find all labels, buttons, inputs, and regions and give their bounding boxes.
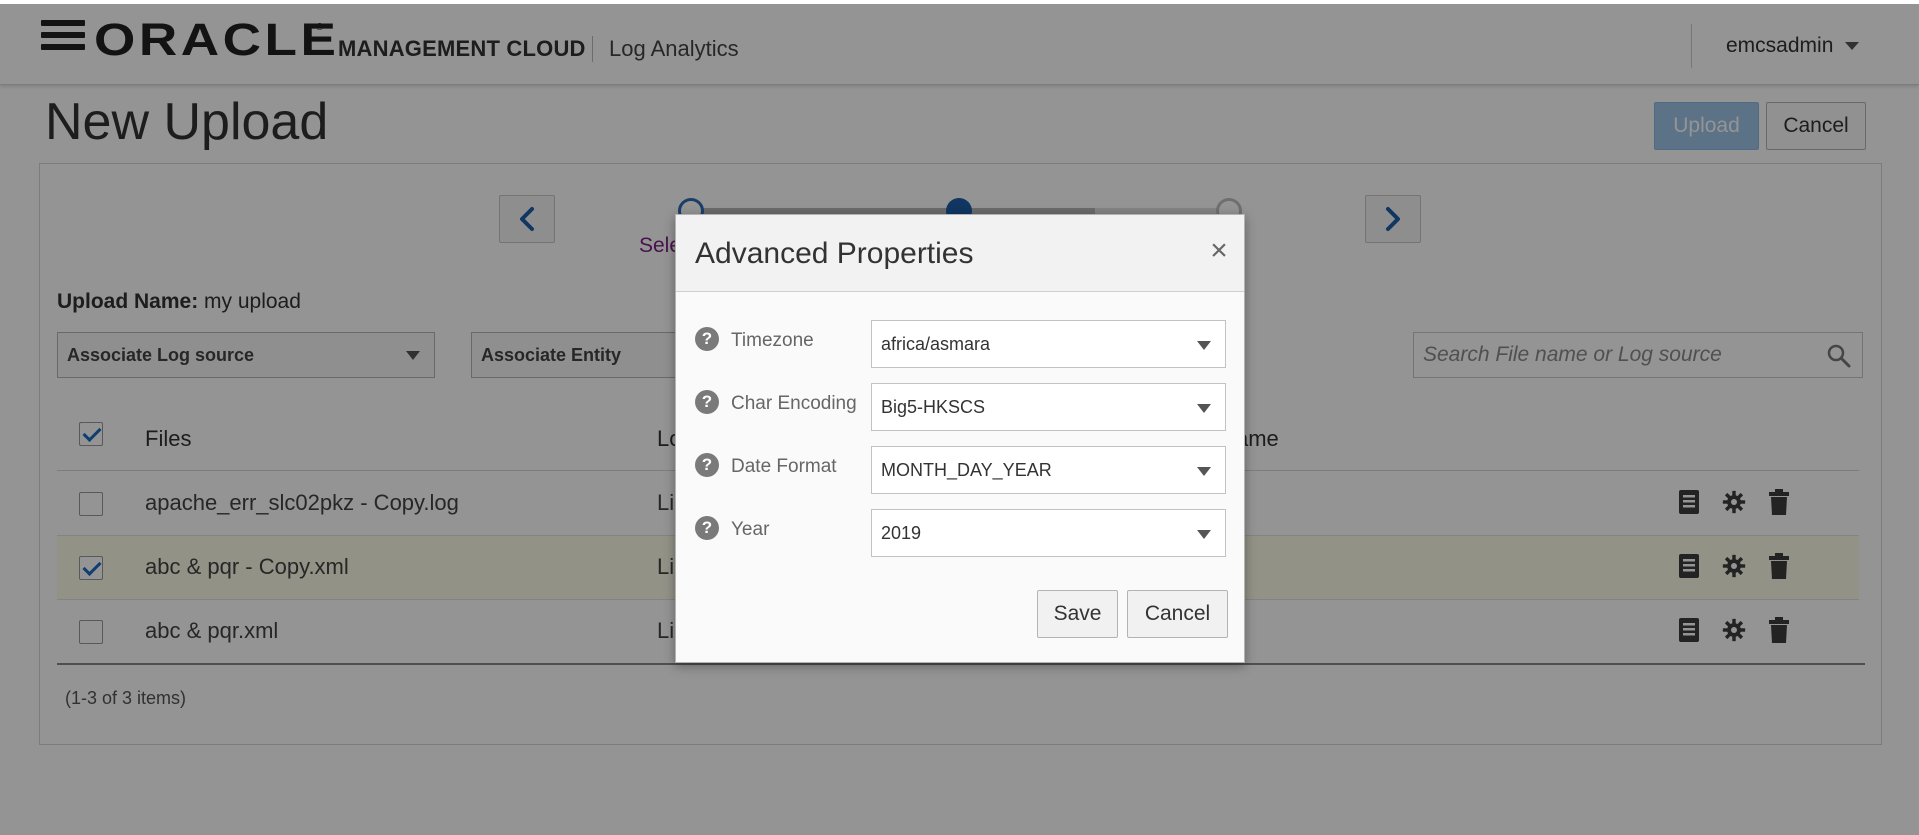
date-format-select[interactable]: MONTH_DAY_YEAR [871,446,1226,494]
timezone-row: ? Timezone africa/asmara [695,320,1226,368]
help-icon[interactable]: ? [695,453,719,477]
year-select[interactable]: 2019 [871,509,1226,557]
chevron-down-icon [1197,404,1211,413]
advanced-properties-dialog: Advanced Properties × ? Timezone africa/… [675,214,1245,663]
char-encoding-select[interactable]: Big5-HKSCS [871,383,1226,431]
dialog-header: Advanced Properties × [676,215,1244,292]
timezone-value: africa/asmara [881,333,991,354]
char-encoding-row: ? Char Encoding Big5-HKSCS [695,383,1226,431]
top-strip [0,0,1919,4]
help-icon[interactable]: ? [695,327,719,351]
dialog-cancel-button[interactable]: Cancel [1127,590,1228,638]
date-format-label: Date Format [731,456,837,477]
timezone-label: Timezone [731,330,814,351]
char-encoding-value: Big5-HKSCS [881,396,986,417]
chevron-down-icon [1197,341,1211,350]
char-encoding-label: Char Encoding [731,393,857,414]
year-value: 2019 [881,522,922,543]
timezone-select[interactable]: africa/asmara [871,320,1226,368]
help-icon[interactable]: ? [695,390,719,414]
save-button[interactable]: Save [1037,590,1118,638]
year-row: ? Year 2019 [695,509,1226,557]
help-icon[interactable]: ? [695,516,719,540]
chevron-down-icon [1197,467,1211,476]
close-icon[interactable]: × [1207,236,1231,266]
date-format-value: MONTH_DAY_YEAR [881,459,1052,480]
year-label: Year [731,519,770,540]
dialog-title: Advanced Properties [695,237,974,270]
date-format-row: ? Date Format MONTH_DAY_YEAR [695,446,1226,494]
chevron-down-icon [1197,530,1211,539]
